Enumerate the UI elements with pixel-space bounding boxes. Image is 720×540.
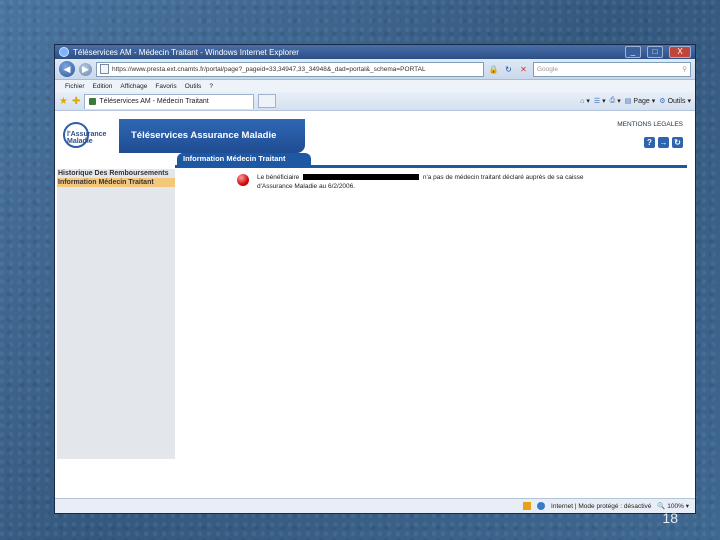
home-icon[interactable]: ⌂ ▾ (580, 97, 590, 106)
page-label: Page (633, 97, 650, 105)
section-divider (175, 165, 687, 168)
zone-text: Internet | Mode protégé : désactivé (551, 502, 652, 510)
menu-help[interactable]: ? (209, 83, 213, 90)
ie-icon (59, 47, 69, 57)
globe-icon (537, 502, 546, 510)
minimize-button[interactable]: _ (625, 46, 641, 58)
browser-window: Téléservices AM - Médecin Traitant - Win… (54, 44, 696, 514)
zoom-level: 100% (667, 503, 684, 510)
menu-bar: Fichier Edition Affichage Favoris Outils… (55, 80, 695, 92)
refresh-page-icon[interactable]: ↻ (672, 137, 683, 148)
window-title: Téléservices AM - Médecin Traitant - Win… (73, 47, 299, 57)
slide-number: 18 (662, 510, 678, 526)
menu-outils[interactable]: Outils (185, 83, 202, 90)
menu-fichier[interactable]: Fichier (65, 83, 85, 90)
menu-favoris[interactable]: Favoris (155, 83, 176, 90)
menu-edition[interactable]: Edition (93, 83, 113, 90)
maximize-button[interactable]: □ (647, 46, 663, 58)
notice-prefix: Le bénéficiaire (257, 174, 300, 181)
add-favorites-icon[interactable]: ✚ (72, 96, 80, 107)
banner-title: Téléservices Assurance Maladie (119, 119, 305, 153)
search-input[interactable]: Google ⚲ (533, 61, 691, 77)
tools-label: Outils (667, 97, 686, 105)
zoom-control[interactable]: 🔍 100% ▾ (657, 502, 689, 510)
tab-teleservices[interactable]: Téléservices AM - Médecin Traitant (84, 93, 255, 109)
page-content: l'Assurance Maladie Téléservices Assuran… (55, 119, 695, 499)
header-icons: ? → ↻ (644, 137, 683, 148)
red-bullet-icon (237, 174, 249, 186)
stop-icon[interactable]: ✕ (518, 64, 529, 75)
status-bar: Internet | Mode protégé : désactivé 🔍 10… (55, 498, 695, 513)
help-icon[interactable]: ? (644, 137, 655, 148)
notice-message: Le bénéficiaire n'a pas de médecin trait… (237, 173, 657, 191)
section-tab: Information Médecin Traitant (177, 153, 311, 165)
new-tab-button[interactable] (258, 94, 277, 108)
security-warning-icon[interactable] (523, 502, 532, 510)
redacted-name (303, 174, 420, 181)
search-icon[interactable]: ⚲ (682, 63, 687, 76)
notice-suffix: n'a pas de médecin traitant déclaré aupr… (422, 174, 584, 181)
page-menu[interactable]: ▤ Page ▾ (625, 97, 656, 106)
logout-icon[interactable]: → (658, 137, 669, 148)
tab-title: Téléservices AM - Médecin Traitant (99, 98, 209, 105)
assurance-maladie-logo[interactable]: l'Assurance Maladie (57, 119, 120, 153)
tools-menu[interactable]: ⚙ Outils ▾ (659, 97, 691, 106)
lock-icon[interactable]: 🔒 (488, 64, 499, 75)
logo-text: l'Assurance Maladie (67, 131, 107, 145)
address-bar: ◀ ▶ https://www.presta.ext.cnamts.fr/por… (55, 59, 695, 80)
search-placeholder: Google (537, 65, 558, 73)
feeds-icon[interactable]: ☰ ▾ (594, 97, 606, 105)
tab-bar: ★ ✚ Téléservices AM - Médecin Traitant ⌂… (55, 92, 695, 111)
forward-button[interactable]: ▶ (79, 62, 92, 76)
sidebar: Historique Des Remboursements Informatio… (57, 169, 175, 459)
sidebar-item-historique[interactable]: Historique Des Remboursements (57, 169, 175, 178)
refresh-icon[interactable]: ↻ (503, 64, 514, 75)
page-icon (100, 64, 109, 74)
print-icon[interactable]: ⎙ ▾ (610, 97, 621, 105)
tab-page-icon (89, 98, 97, 105)
title-bar: Téléservices AM - Médecin Traitant - Win… (55, 45, 695, 59)
close-button[interactable]: X (669, 46, 691, 58)
url-text: https://www.presta.ext.cnamts.fr/portal/… (112, 65, 426, 73)
favorites-star-icon[interactable]: ★ (59, 96, 68, 107)
url-field[interactable]: https://www.presta.ext.cnamts.fr/portal/… (96, 61, 484, 77)
mentions-legales-link[interactable]: MENTIONS LEGALES (617, 121, 683, 128)
notice-line2: d'Assurance Maladie au 6/2/2006. (257, 183, 356, 190)
back-button[interactable]: ◀ (59, 61, 75, 77)
menu-affichage[interactable]: Affichage (120, 83, 147, 90)
sidebar-item-medecin-traitant[interactable]: Information Médecin Traitant (57, 178, 175, 187)
